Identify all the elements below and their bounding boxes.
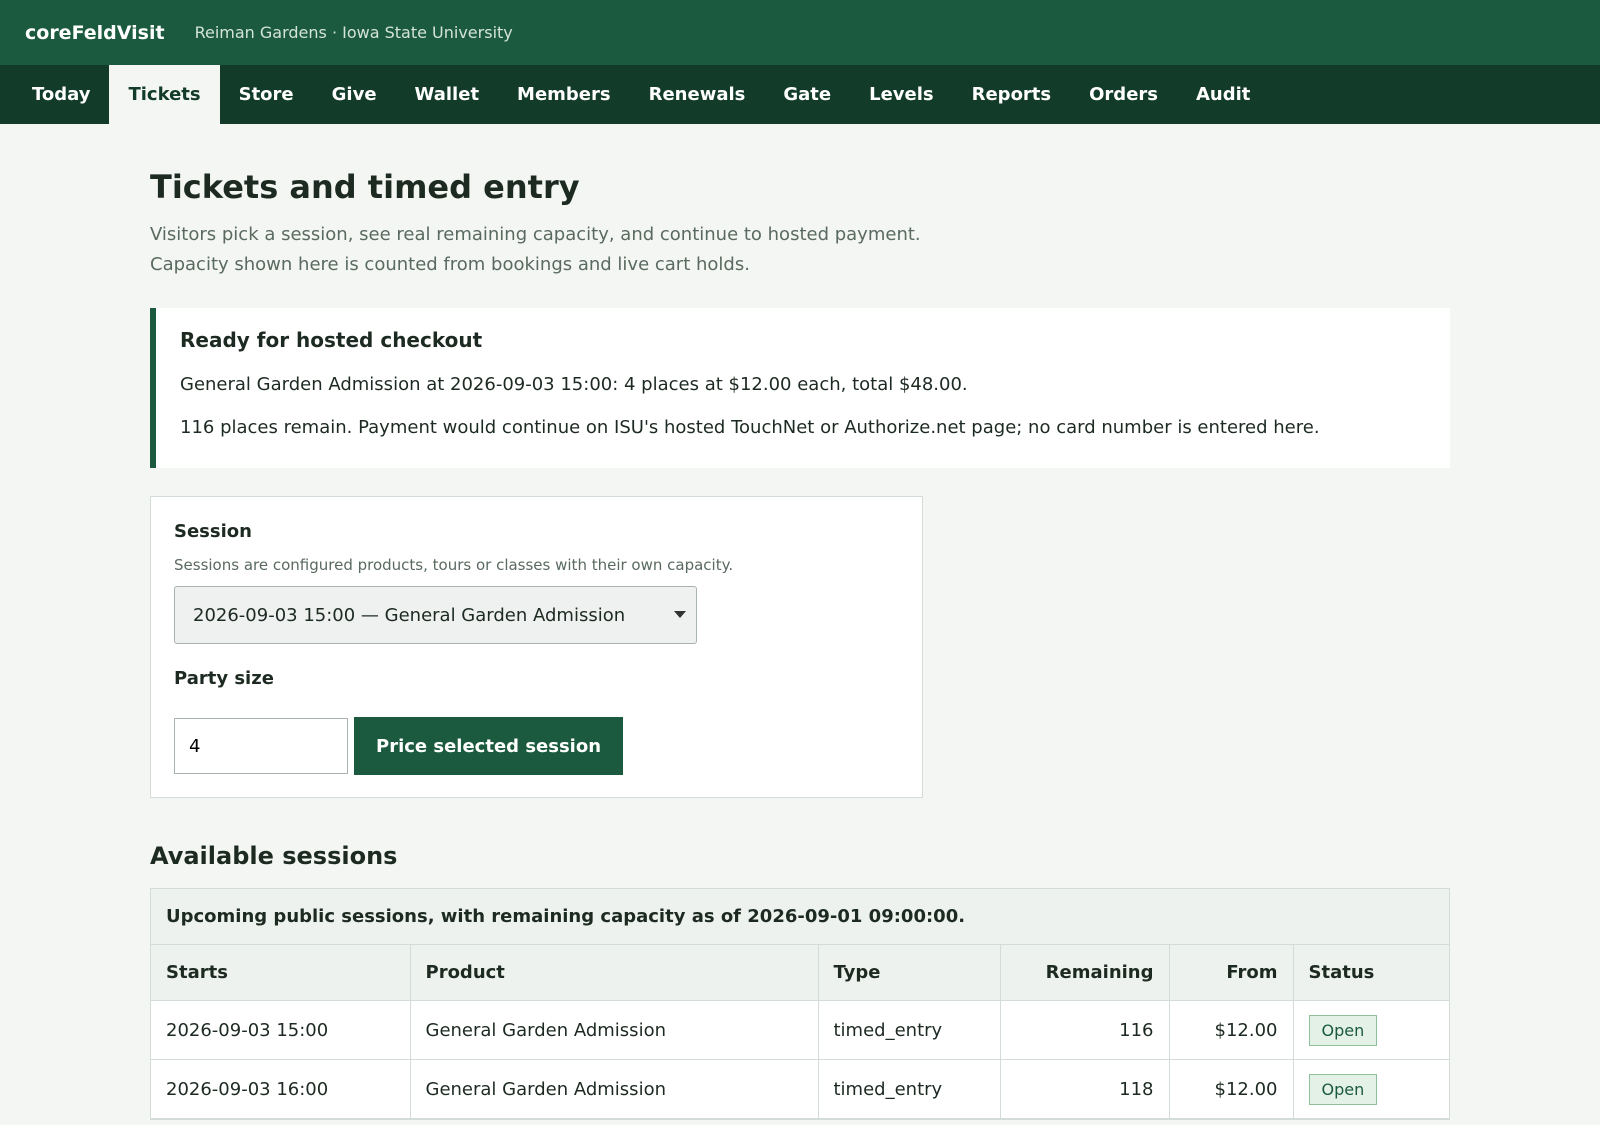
table-header-row: Starts Product Type Remaining From Statu… xyxy=(151,945,1449,1001)
cell-starts: 2026-09-03 16:00 xyxy=(151,1059,411,1119)
nav-tickets[interactable]: Tickets xyxy=(109,65,220,124)
session-select[interactable]: 2026-09-03 15:00 — General Garden Admiss… xyxy=(174,586,697,644)
subtitle-line: Visitors pick a session, see real remain… xyxy=(150,224,921,245)
cell-starts: 2026-09-03 15:00 xyxy=(151,1000,411,1060)
party-size-row: Price selected session xyxy=(174,717,900,775)
col-remaining[interactable]: Remaining xyxy=(1000,945,1170,1001)
session-help: Sessions are configured products, tours … xyxy=(174,556,734,574)
page-title: Tickets and timed entry xyxy=(150,168,580,206)
cell-from: $12.00 xyxy=(1169,1059,1294,1119)
nav-give[interactable]: Give xyxy=(313,65,396,124)
col-type[interactable]: Type xyxy=(818,945,1001,1001)
nav-gate[interactable]: Gate xyxy=(764,65,850,124)
session-label: Session xyxy=(174,521,252,542)
nav-wallet[interactable]: Wallet xyxy=(396,65,499,124)
cell-remaining: 118 xyxy=(1000,1059,1170,1119)
nav-audit[interactable]: Audit xyxy=(1177,65,1269,124)
notice-title: Ready for hosted checkout xyxy=(180,328,483,352)
sessions-title: Available sessions xyxy=(150,842,398,870)
party-size-input[interactable] xyxy=(174,718,348,774)
cell-type: timed_entry xyxy=(818,1000,1001,1060)
nav-levels[interactable]: Levels xyxy=(850,65,953,124)
table-row[interactable]: 2026-09-03 16:00 General Garden Admissio… xyxy=(151,1059,1449,1119)
col-status[interactable]: Status xyxy=(1293,945,1449,1001)
col-starts[interactable]: Starts xyxy=(151,945,411,1001)
table-caption: Upcoming public sessions, with remaining… xyxy=(151,889,1449,945)
nav-reports[interactable]: Reports xyxy=(953,65,1071,124)
col-from[interactable]: From xyxy=(1169,945,1294,1001)
app-header: coreFeldVisit Reiman Gardens · Iowa Stat… xyxy=(0,0,1600,65)
notice-price-summary: General Garden Admission at 2026-09-03 1… xyxy=(180,374,968,395)
page-subtitle: Visitors pick a session, see real remain… xyxy=(150,220,1450,280)
org-name: Reiman Gardens · Iowa State University xyxy=(194,23,513,42)
cell-status: Open xyxy=(1293,1000,1449,1060)
table-row[interactable]: 2026-09-03 15:00 General Garden Admissio… xyxy=(151,1000,1449,1060)
cell-product: General Garden Admission xyxy=(410,1000,819,1060)
subtitle-line: Capacity shown here is counted from book… xyxy=(150,254,750,275)
caret-down-icon xyxy=(674,611,686,618)
cell-from: $12.00 xyxy=(1169,1000,1294,1060)
nav-renewals[interactable]: Renewals xyxy=(630,65,765,124)
nav-today[interactable]: Today xyxy=(13,65,109,124)
col-product[interactable]: Product xyxy=(410,945,819,1001)
sessions-table: Upcoming public sessions, with remaining… xyxy=(150,888,1450,1120)
session-select-value: 2026-09-03 15:00 — General Garden Admiss… xyxy=(193,604,626,626)
main-nav: Today Tickets Store Give Wallet Members … xyxy=(0,65,1600,124)
status-badge: Open xyxy=(1308,1014,1378,1046)
status-badge: Open xyxy=(1308,1073,1378,1105)
main-content: Tickets and timed entry Visitors pick a … xyxy=(150,168,1450,1120)
nav-members[interactable]: Members xyxy=(498,65,630,124)
notice-payment-info: 116 places remain. Payment would continu… xyxy=(180,417,1320,438)
cell-type: timed_entry xyxy=(818,1059,1001,1119)
session-form: Session Sessions are configured products… xyxy=(150,496,923,798)
checkout-notice: Ready for hosted checkout General Garden… xyxy=(150,308,1450,468)
cell-remaining: 116 xyxy=(1000,1000,1170,1060)
nav-store[interactable]: Store xyxy=(220,65,313,124)
brand-name[interactable]: coreFeldVisit xyxy=(25,22,165,44)
cell-status: Open xyxy=(1293,1059,1449,1119)
price-session-button[interactable]: Price selected session xyxy=(354,717,624,775)
nav-orders[interactable]: Orders xyxy=(1070,65,1177,124)
cell-product: General Garden Admission xyxy=(410,1059,819,1119)
party-size-label: Party size xyxy=(174,668,274,689)
